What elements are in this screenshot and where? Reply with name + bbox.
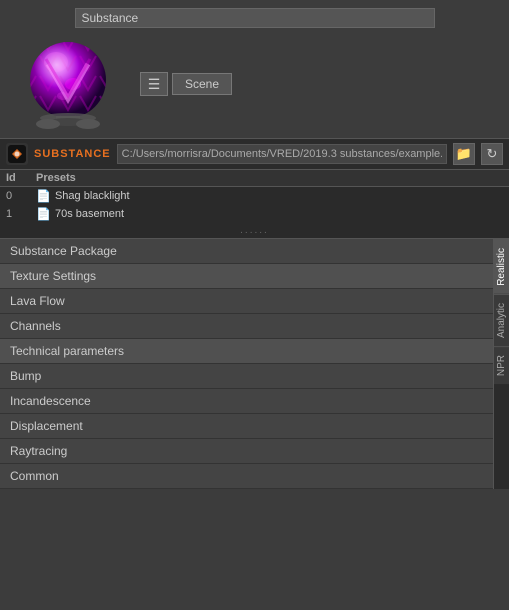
refresh-button[interactable]: ↻ bbox=[481, 143, 503, 165]
main-content: Substance Package Texture Settings Lava … bbox=[0, 239, 509, 489]
name-input-row bbox=[8, 8, 501, 28]
ellipsis-row: ...... bbox=[0, 223, 509, 238]
section-bump[interactable]: Bump bbox=[0, 364, 493, 389]
file-path-input[interactable] bbox=[117, 144, 447, 164]
substance-label-text: SUBSTANCE bbox=[34, 148, 111, 160]
section-texture-settings[interactable]: Texture Settings bbox=[0, 264, 493, 289]
folder-icon: 📁 bbox=[456, 146, 472, 162]
right-tabs: Realistic Analytic NPR bbox=[493, 239, 509, 489]
refresh-icon: ↻ bbox=[487, 146, 498, 162]
preset-name-1: 📄 70s basement bbox=[36, 207, 503, 221]
preset-row-1[interactable]: 1 📄 70s basement bbox=[0, 205, 509, 223]
preset-doc-icon-0: 📄 bbox=[36, 189, 51, 203]
presets-header: Id Presets bbox=[0, 170, 509, 187]
preset-id-1: 1 bbox=[6, 208, 36, 220]
section-substance-package[interactable]: Substance Package bbox=[0, 239, 493, 264]
section-raytracing[interactable]: Raytracing bbox=[0, 439, 493, 464]
tab-npr[interactable]: NPR bbox=[494, 346, 509, 384]
section-channels[interactable]: Channels bbox=[0, 314, 493, 339]
folder-button[interactable]: 📁 bbox=[453, 143, 475, 165]
sphere-container bbox=[8, 34, 128, 134]
sphere-preview bbox=[18, 34, 118, 134]
section-common[interactable]: Common bbox=[0, 464, 493, 489]
list-icon-button[interactable]: ☰ bbox=[140, 72, 168, 96]
scene-button-label: Scene bbox=[185, 77, 219, 91]
section-technical-parameters[interactable]: Technical parameters bbox=[0, 339, 493, 364]
name-input[interactable] bbox=[75, 8, 435, 28]
section-lava-flow[interactable]: Lava Flow bbox=[0, 289, 493, 314]
tab-analytic[interactable]: Analytic bbox=[494, 294, 509, 346]
sections-panel: Substance Package Texture Settings Lava … bbox=[0, 239, 493, 489]
preset-doc-icon-1: 📄 bbox=[36, 207, 51, 221]
presets-container: Id Presets 0 📄 Shag blacklight 1 📄 70s b… bbox=[0, 170, 509, 239]
id-column-header: Id bbox=[6, 172, 36, 184]
preset-name-0: 📄 Shag blacklight bbox=[36, 189, 503, 203]
section-displacement[interactable]: Displacement bbox=[0, 414, 493, 439]
presets-column-header: Presets bbox=[36, 172, 503, 184]
substance-logo bbox=[6, 143, 28, 165]
preview-row: ☰ Scene bbox=[8, 34, 501, 134]
preview-area: ☰ Scene bbox=[0, 0, 509, 138]
preset-id-0: 0 bbox=[6, 190, 36, 202]
substance-bar: SUBSTANCE 📁 ↻ bbox=[0, 138, 509, 170]
section-incandescence[interactable]: Incandescence bbox=[0, 389, 493, 414]
preset-row-0[interactable]: 0 📄 Shag blacklight bbox=[0, 187, 509, 205]
tab-realistic[interactable]: Realistic bbox=[494, 239, 509, 294]
scene-button[interactable]: Scene bbox=[172, 73, 232, 95]
